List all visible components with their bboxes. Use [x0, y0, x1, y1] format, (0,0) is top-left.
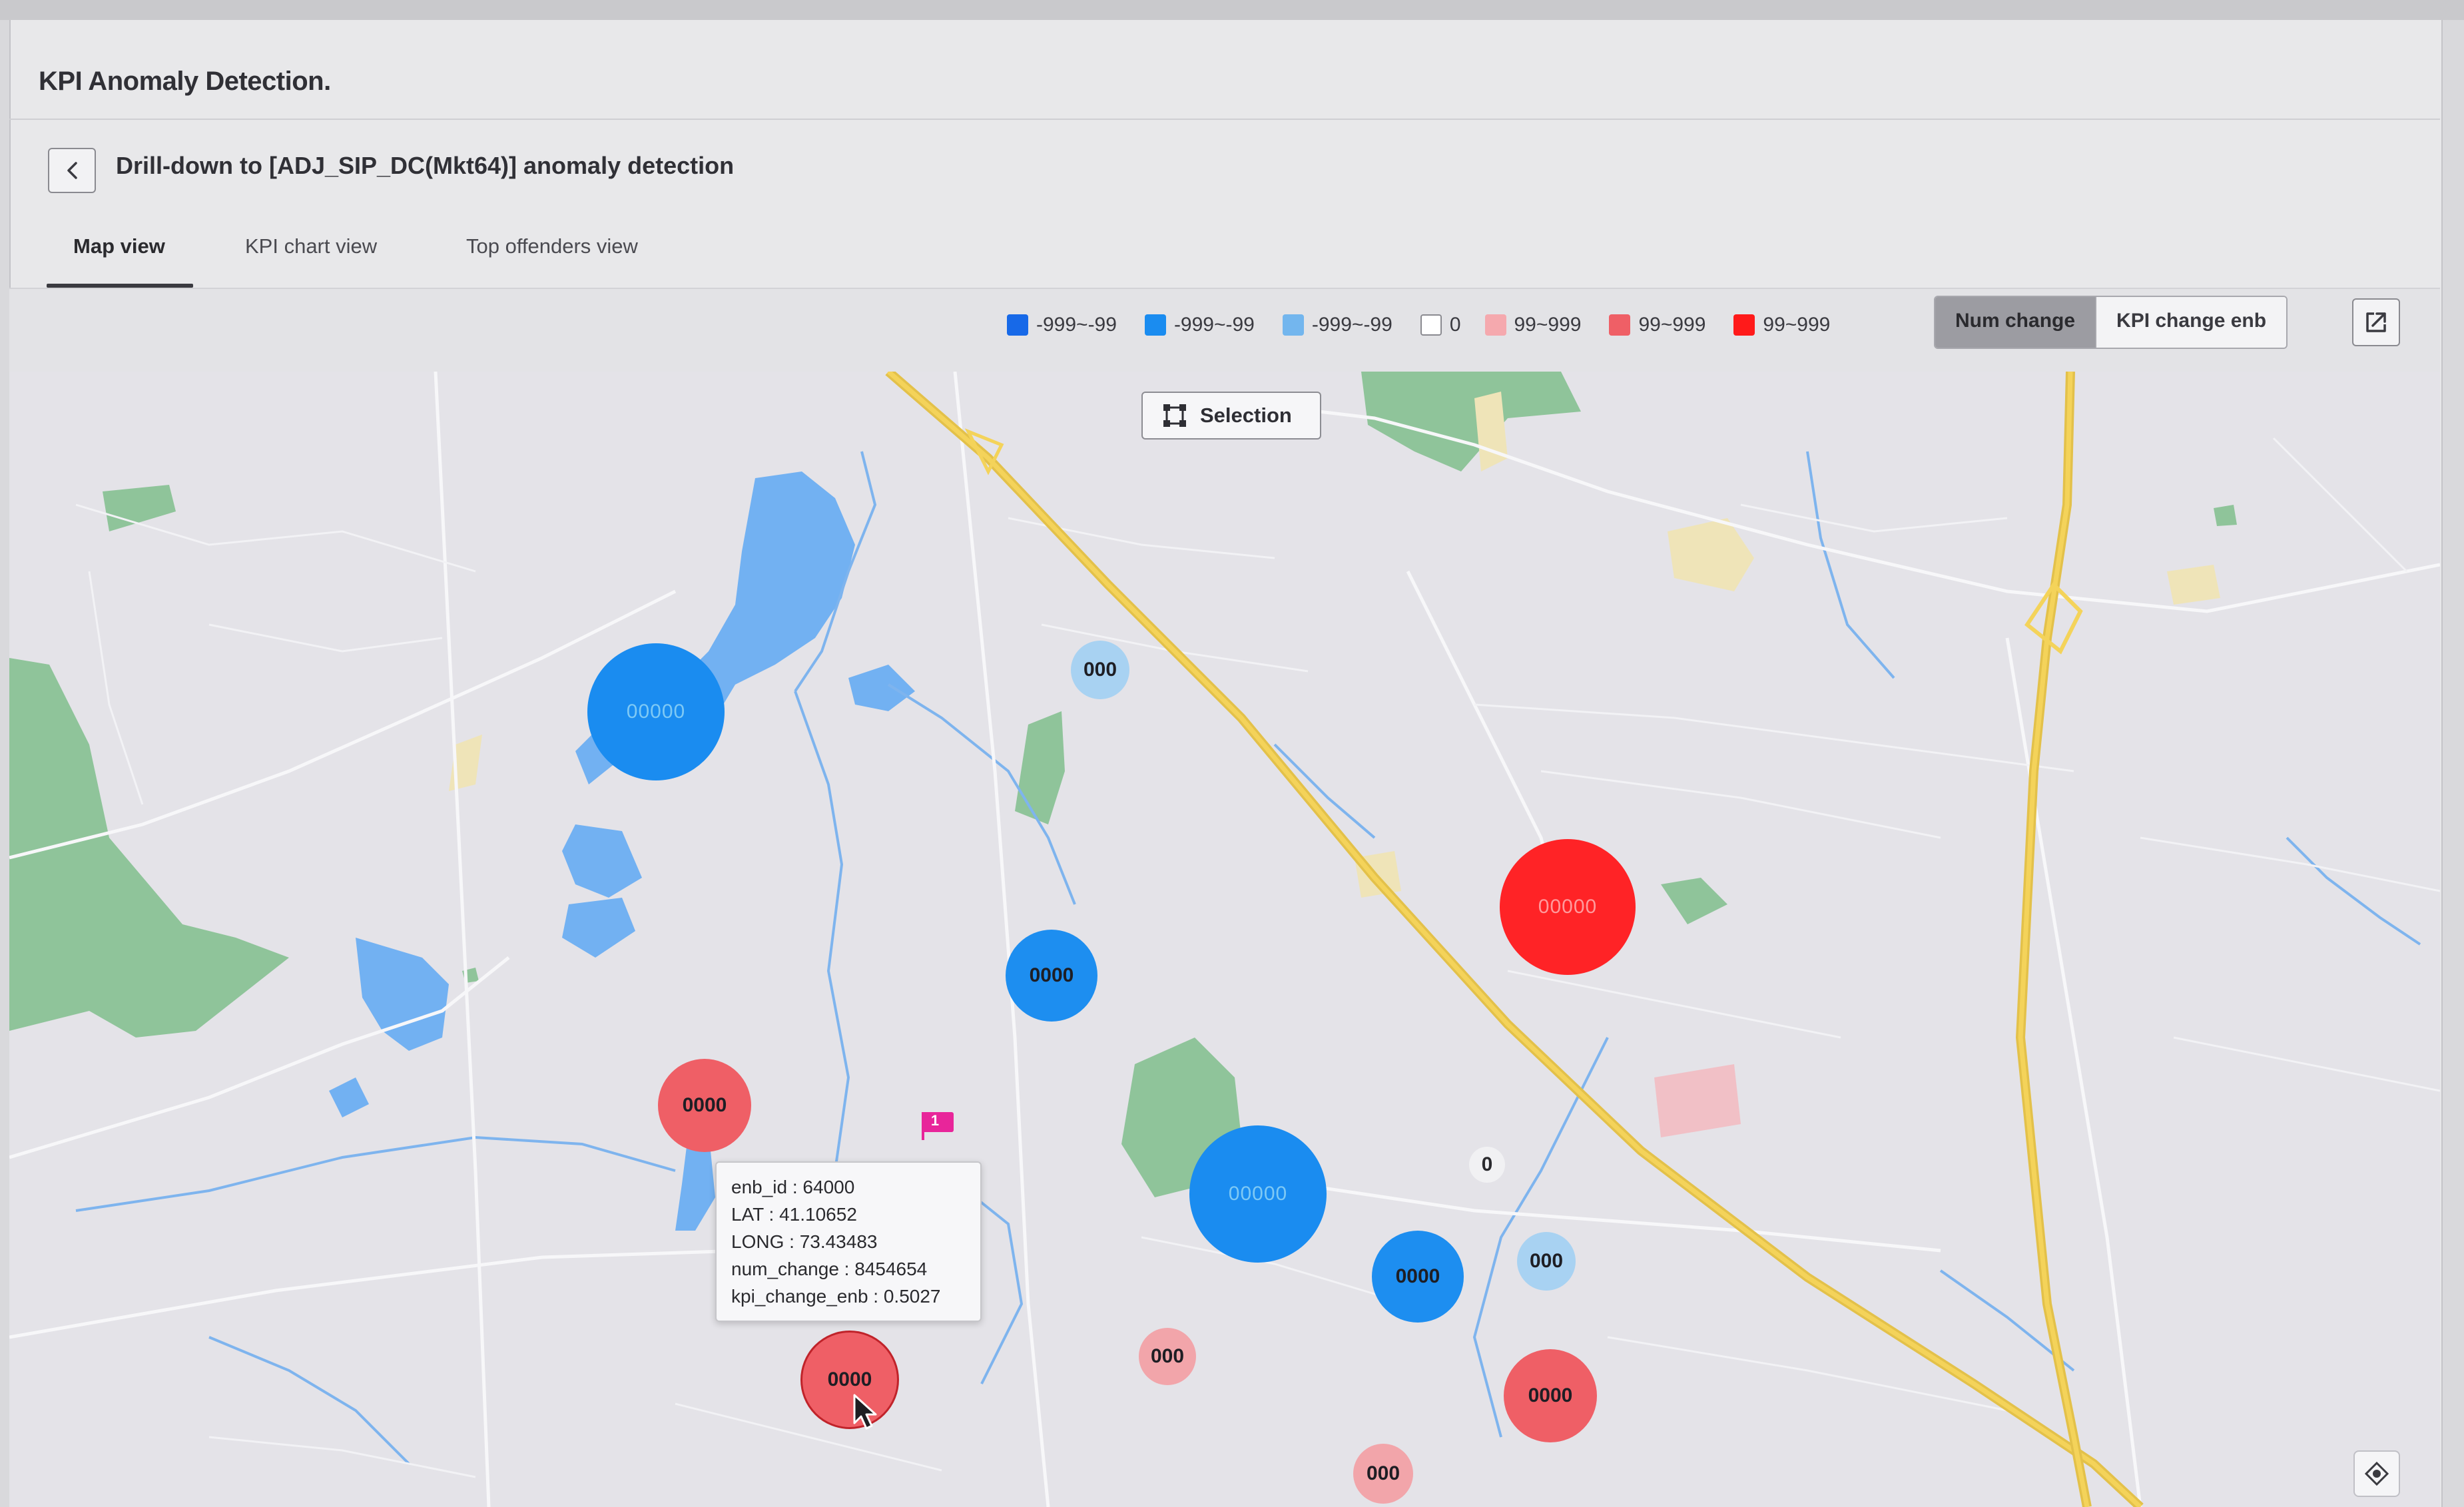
cursor-icon	[853, 1394, 877, 1430]
map-background	[9, 372, 2440, 1507]
tab-top-offenders-view[interactable]: Top offenders view	[466, 234, 638, 258]
legend-item: 99~999	[1733, 314, 1830, 336]
title-divider	[9, 119, 2440, 120]
num-change-button[interactable]: Num change	[1935, 297, 2096, 348]
enb-bubble[interactable]: 000	[1139, 1328, 1196, 1385]
tab-kpi-chart-view[interactable]: KPI chart view	[245, 234, 377, 258]
legend-swatch	[1144, 314, 1166, 336]
legend-item: -999~-99	[1282, 314, 1392, 336]
legend-label: -999~-99	[1036, 314, 1117, 336]
locate-button[interactable]	[2353, 1450, 2400, 1497]
legend-swatch	[1609, 314, 1631, 336]
legend-label: -999~-99	[1311, 314, 1392, 336]
enb-bubble[interactable]: 00000	[587, 643, 725, 780]
tooltip-line: kpi_change_enb : 0.5027	[731, 1286, 941, 1307]
export-button[interactable]	[2352, 298, 2400, 346]
selection-button[interactable]: Selection	[1141, 392, 1321, 440]
tooltip-line: num_change : 8454654	[731, 1259, 928, 1279]
enb-bubble[interactable]: 0000	[658, 1059, 751, 1152]
enb-bubble[interactable]: 000	[1353, 1444, 1413, 1504]
legend-swatch	[1282, 314, 1304, 336]
legend-swatch	[1484, 314, 1506, 336]
legend-item: 99~999	[1609, 314, 1705, 336]
kpi-change-enb-button[interactable]: KPI change enb	[2096, 297, 2287, 348]
export-icon	[2366, 312, 2386, 332]
tooltip-line: enb_id : 64000	[731, 1177, 855, 1197]
enb-bubble[interactable]: 000	[1071, 641, 1129, 699]
legend-swatch	[1733, 314, 1755, 336]
enb-bubble[interactable]: 0000	[1372, 1231, 1464, 1323]
enb-bubble[interactable]: 00000	[1500, 839, 1636, 975]
metric-toggle: Num change KPI change enb	[1934, 296, 2288, 349]
tooltip-line: LONG : 73.43483	[731, 1231, 878, 1252]
enb-tooltip: enb_id : 64000 LAT : 41.10652 LONG : 73.…	[715, 1161, 982, 1322]
back-button[interactable]	[48, 148, 96, 193]
tooltip-line: LAT : 41.10652	[731, 1204, 857, 1225]
legend: -999~-99 -999~-99 -999~-99 0 99~999 99~9…	[1007, 312, 1858, 338]
drilldown-title: Drill-down to [ADJ_SIP_DC(Mkt64)] anomal…	[116, 152, 735, 179]
legend-swatch	[1420, 314, 1442, 336]
legend-label: 99~999	[1763, 314, 1831, 336]
locate-icon	[2364, 1461, 2389, 1486]
enb-bubble[interactable]: 00000	[1189, 1125, 1327, 1263]
flag-label: 1	[930, 1112, 940, 1129]
enb-bubble[interactable]: 0	[1469, 1147, 1505, 1183]
selection-icon	[1163, 404, 1186, 427]
enb-bubble[interactable]: 0000	[800, 1331, 899, 1429]
enb-bubble[interactable]: 0000	[1504, 1349, 1597, 1442]
legend-item: 99~999	[1484, 314, 1582, 336]
legend-item: 0	[1420, 314, 1461, 336]
legend-item: -999~-99	[1144, 314, 1255, 336]
selection-label: Selection	[1200, 404, 1292, 427]
legend-label: -999~-99	[1173, 314, 1255, 336]
enb-bubble[interactable]: 000	[1517, 1232, 1576, 1291]
legend-label: 99~999	[1514, 314, 1582, 336]
tab-map-view[interactable]: Map view	[73, 234, 165, 258]
legend-item: -999~-99	[1007, 314, 1117, 336]
page-title: KPI Anomaly Detection.	[39, 67, 331, 96]
legend-label: 99~999	[1638, 314, 1706, 336]
chevron-left-icon	[67, 162, 77, 179]
enb-bubble[interactable]: 0000	[1006, 930, 1097, 1022]
legend-swatch	[1007, 314, 1028, 336]
legend-label: 0	[1449, 314, 1461, 336]
map-canvas[interactable]: Selection 00000 000 00000 0000 0000 0000…	[9, 372, 2440, 1507]
top-strip	[0, 0, 2464, 20]
